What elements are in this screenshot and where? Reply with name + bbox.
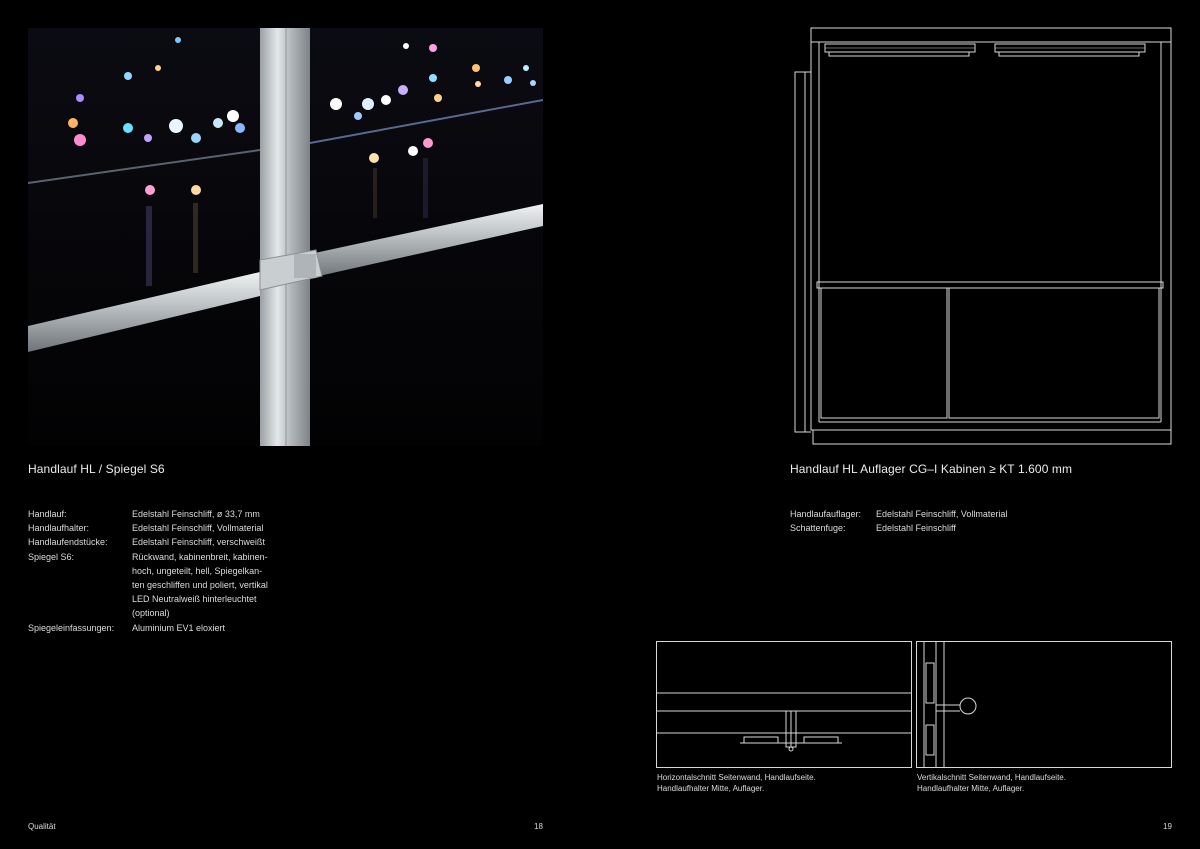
spec-value: Edelstahl Feinschliff, Vollmaterial	[132, 523, 264, 534]
caption-line: Vertikalschnitt Seitenwand, Handlaufseit…	[917, 773, 1066, 782]
caption-vertical-section: Vertikalschnitt Seitenwand, Handlaufseit…	[917, 773, 1173, 794]
spec-row: Schattenfuge: Edelstahl Feinschliff	[790, 521, 1050, 535]
spec-value-line: (optional)	[132, 608, 170, 619]
spec-value: Edelstahl Feinschliff, verschweißt	[132, 537, 265, 548]
spec-value: Rückwand, kabinenbreit, kabinen- hoch, u…	[132, 550, 288, 621]
caption-horizontal-section: Horizontalschnitt Seitenwand, Handlaufse…	[657, 773, 913, 794]
spec-row: Handlaufauflager: Edelstahl Feinschliff, …	[790, 507, 1050, 521]
spec-row: Spiegel S6: Rückwand, kabinenbreit, kabi…	[28, 550, 288, 621]
spec-value-line: ten geschliffen und poliert, vertikal	[132, 580, 268, 591]
spec-row: Handlaufendstücke: Edelstahl Feinschliff,…	[28, 535, 288, 549]
spec-value: Aluminium EV1 eloxiert	[132, 622, 226, 633]
footer-section-label: Qualität	[28, 822, 56, 831]
spec-label: Handlaufhalter:	[28, 523, 90, 534]
handrail-mirror-illustration	[28, 28, 543, 446]
horizontal-section-drawing	[656, 641, 913, 769]
left-page-title: Handlauf HL / Spiegel S6	[28, 462, 165, 476]
spec-row: Handlauf: Edelstahl Feinschliff, ø 33,7 m…	[28, 507, 288, 521]
spec-label: Spiegel S6:	[28, 551, 75, 562]
handrail-mirror-photo	[28, 28, 543, 446]
spec-row: Spiegeleinfassungen: Aluminium EV1 eloxie…	[28, 621, 288, 635]
spec-label: Spiegeleinfassungen:	[28, 622, 115, 633]
left-spec-list: Handlauf: Edelstahl Feinschliff, ø 33,7 m…	[28, 507, 288, 635]
caption-line: Horizontalschnitt Seitenwand, Handlaufse…	[657, 773, 816, 782]
right-page-title: Handlauf HL Auflager CG–I Kabinen ≥ KT 1…	[790, 462, 1073, 476]
cabin-elevation-drawing	[787, 26, 1173, 448]
spec-label: Handlaufauflager:	[790, 509, 862, 519]
spec-value-line: hoch, ungeteilt, hell, Spiegelkan-	[132, 565, 263, 576]
vertical-section-drawing	[916, 641, 1173, 769]
page-number-right: 19	[1163, 822, 1172, 831]
spec-label: Schattenfuge:	[790, 523, 846, 534]
spec-label: Handlauf:	[28, 509, 67, 519]
spec-value-line: LED Neutralweiß hinterleuchtet	[132, 594, 257, 605]
spec-value: Edelstahl Feinschliff, ø 33,7 mm	[132, 509, 260, 519]
right-spec-list: Handlaufauflager: Edelstahl Feinschliff, …	[790, 507, 1050, 535]
spec-row: Handlaufhalter: Edelstahl Feinschliff, Vo…	[28, 521, 288, 535]
spec-value: Edelstahl Feinschliff, Vollmaterial	[876, 509, 1008, 519]
spec-value-line: Rückwand, kabinenbreit, kabinen-	[132, 551, 268, 562]
mirror-frame-post	[260, 28, 310, 446]
spec-value: Edelstahl Feinschliff	[876, 523, 956, 534]
caption-line: Handlaufhalter Mitte, Auflager.	[657, 783, 765, 793]
caption-line: Handlaufhalter Mitte, Auflager.	[917, 783, 1025, 793]
page-number-left: 18	[534, 822, 543, 831]
spec-label: Handlaufendstücke:	[28, 537, 108, 548]
